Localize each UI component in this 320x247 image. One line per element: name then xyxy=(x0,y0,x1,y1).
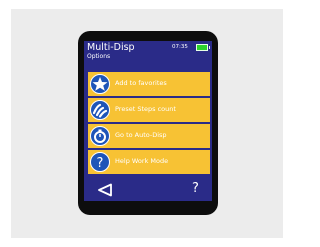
menu-item-preset-steps-count[interactable]: Preset Steps count xyxy=(88,98,210,122)
screen-title: Multi-Disp xyxy=(87,42,135,53)
menu-item-label: Help Work Mode xyxy=(115,157,169,165)
clock-time: 07:35 xyxy=(172,44,188,50)
star-icon xyxy=(90,74,110,94)
menu-item-label: Go to Auto-Disp xyxy=(115,131,167,139)
menu-item-help-work-mode[interactable]: ? Help Work Mode xyxy=(88,150,210,174)
stopwatch-icon xyxy=(90,126,110,146)
menu-item-add-to-favorites[interactable]: Add to favorites xyxy=(88,72,210,96)
steps-icon xyxy=(90,100,110,120)
device-screen: Multi-Disp Options 07:35 Add to favorite… xyxy=(84,41,212,201)
bottom-nav-bar: ? xyxy=(84,178,212,201)
svg-text:?: ? xyxy=(97,156,104,171)
help-button[interactable]: ? xyxy=(192,180,199,198)
menu-item-label: Preset Steps count xyxy=(115,105,176,113)
battery-icon xyxy=(196,44,210,51)
back-triangle-icon[interactable] xyxy=(97,182,113,197)
help-icon: ? xyxy=(90,152,110,172)
menu-item-label: Add to favorites xyxy=(115,79,167,87)
menu-item-go-to-auto-disp[interactable]: Go to Auto-Disp xyxy=(88,124,210,148)
screen-subtitle: Options xyxy=(87,53,111,60)
